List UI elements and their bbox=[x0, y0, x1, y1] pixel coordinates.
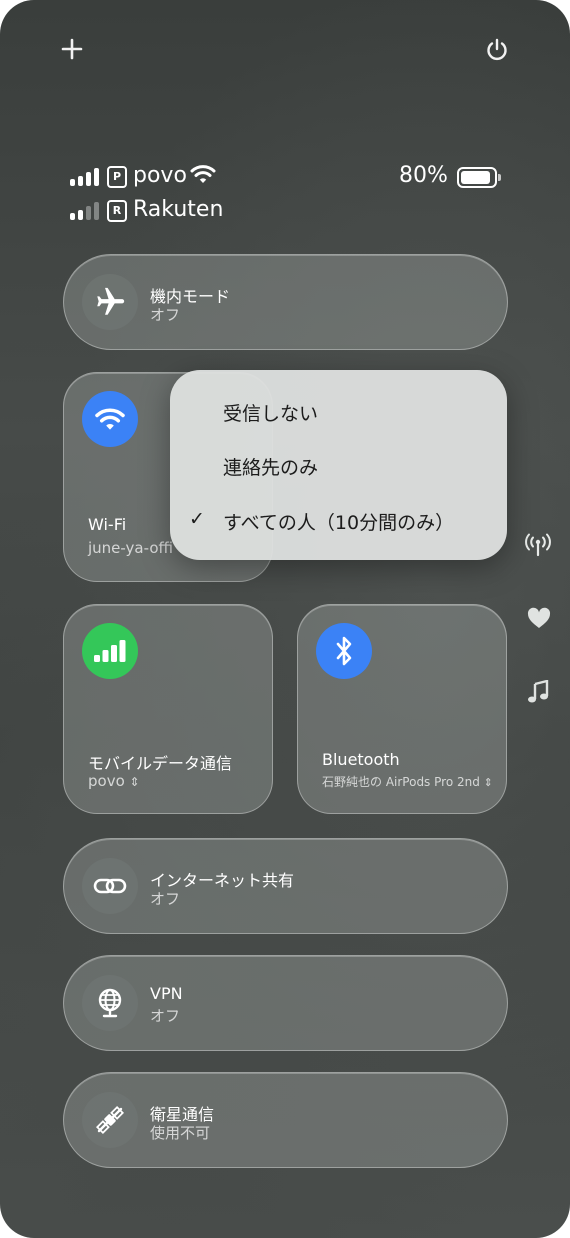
vpn-label: VPN bbox=[150, 984, 183, 1003]
chevron-updown-icon: ⇕ bbox=[483, 776, 493, 789]
carrier-name-primary: povo bbox=[133, 163, 187, 188]
mobile-data-carrier: povo ⇕ bbox=[88, 772, 140, 790]
airplane-mode-toggle[interactable]: 機内モード オフ bbox=[63, 254, 508, 350]
airplane-mode-status: オフ bbox=[150, 306, 181, 324]
heart-icon[interactable] bbox=[527, 607, 551, 633]
bluetooth-toggle[interactable]: Bluetooth 石野純也の AirPods Pro 2nd ⇕ bbox=[297, 604, 507, 814]
bluetooth-device-text: 石野純也の AirPods Pro 2nd bbox=[322, 775, 480, 789]
bluetooth-device: 石野純也の AirPods Pro 2nd ⇕ bbox=[322, 773, 493, 790]
power-icon[interactable] bbox=[485, 38, 509, 68]
globe-icon bbox=[82, 975, 138, 1031]
satellite-status: 使用不可 bbox=[150, 1124, 211, 1142]
airdrop-option-receiving-off[interactable]: 受信しない bbox=[223, 399, 318, 426]
hotspot-toggle[interactable]: インターネット共有 オフ bbox=[63, 838, 508, 934]
mobile-data-label: モバイルデータ通信 bbox=[88, 754, 233, 773]
vpn-toggle[interactable]: VPN オフ bbox=[63, 955, 508, 1051]
control-center: P povo 80% R Rakuten 機内モード オフ Wi-Fi june… bbox=[0, 0, 570, 1238]
signal-bars-secondary bbox=[70, 202, 99, 220]
airdrop-option-contacts-only[interactable]: 連絡先のみ bbox=[223, 453, 318, 480]
airplane-icon bbox=[82, 274, 138, 330]
hotspot-status: オフ bbox=[150, 890, 181, 908]
battery-icon bbox=[457, 167, 501, 188]
checkmark-icon: ✓ bbox=[189, 508, 205, 530]
music-note-icon[interactable] bbox=[527, 679, 549, 708]
sim-badge-primary: P bbox=[107, 166, 127, 188]
wifi-network-name: june-ya-offi bbox=[88, 539, 173, 557]
mobile-data-toggle[interactable]: モバイルデータ通信 povo ⇕ bbox=[63, 604, 273, 814]
signal-bars-primary bbox=[70, 168, 99, 186]
sim-badge-secondary: R bbox=[107, 200, 127, 222]
chevron-updown-icon: ⇕ bbox=[129, 775, 140, 789]
airdrop-menu: 受信しない 連絡先のみ ✓ すべての人（10分間のみ） bbox=[170, 370, 507, 560]
bluetooth-label: Bluetooth bbox=[322, 750, 400, 769]
wifi-status-icon bbox=[190, 163, 216, 189]
satellite-icon bbox=[82, 1092, 138, 1148]
cellular-icon bbox=[82, 623, 138, 679]
wifi-icon bbox=[82, 391, 138, 447]
antenna-icon[interactable] bbox=[525, 533, 551, 561]
bluetooth-icon bbox=[316, 623, 372, 679]
plus-icon[interactable] bbox=[61, 36, 83, 66]
satellite-toggle[interactable]: 衛星通信 使用不可 bbox=[63, 1072, 508, 1168]
wifi-label: Wi-Fi bbox=[88, 515, 127, 534]
airdrop-option-everyone[interactable]: すべての人（10分間のみ） bbox=[223, 508, 454, 535]
battery-percent: 80% bbox=[399, 163, 448, 188]
link-icon bbox=[82, 858, 138, 914]
vpn-status: オフ bbox=[150, 1007, 181, 1025]
mobile-data-carrier-text: povo bbox=[88, 772, 125, 790]
carrier-name-secondary: Rakuten bbox=[133, 197, 224, 222]
